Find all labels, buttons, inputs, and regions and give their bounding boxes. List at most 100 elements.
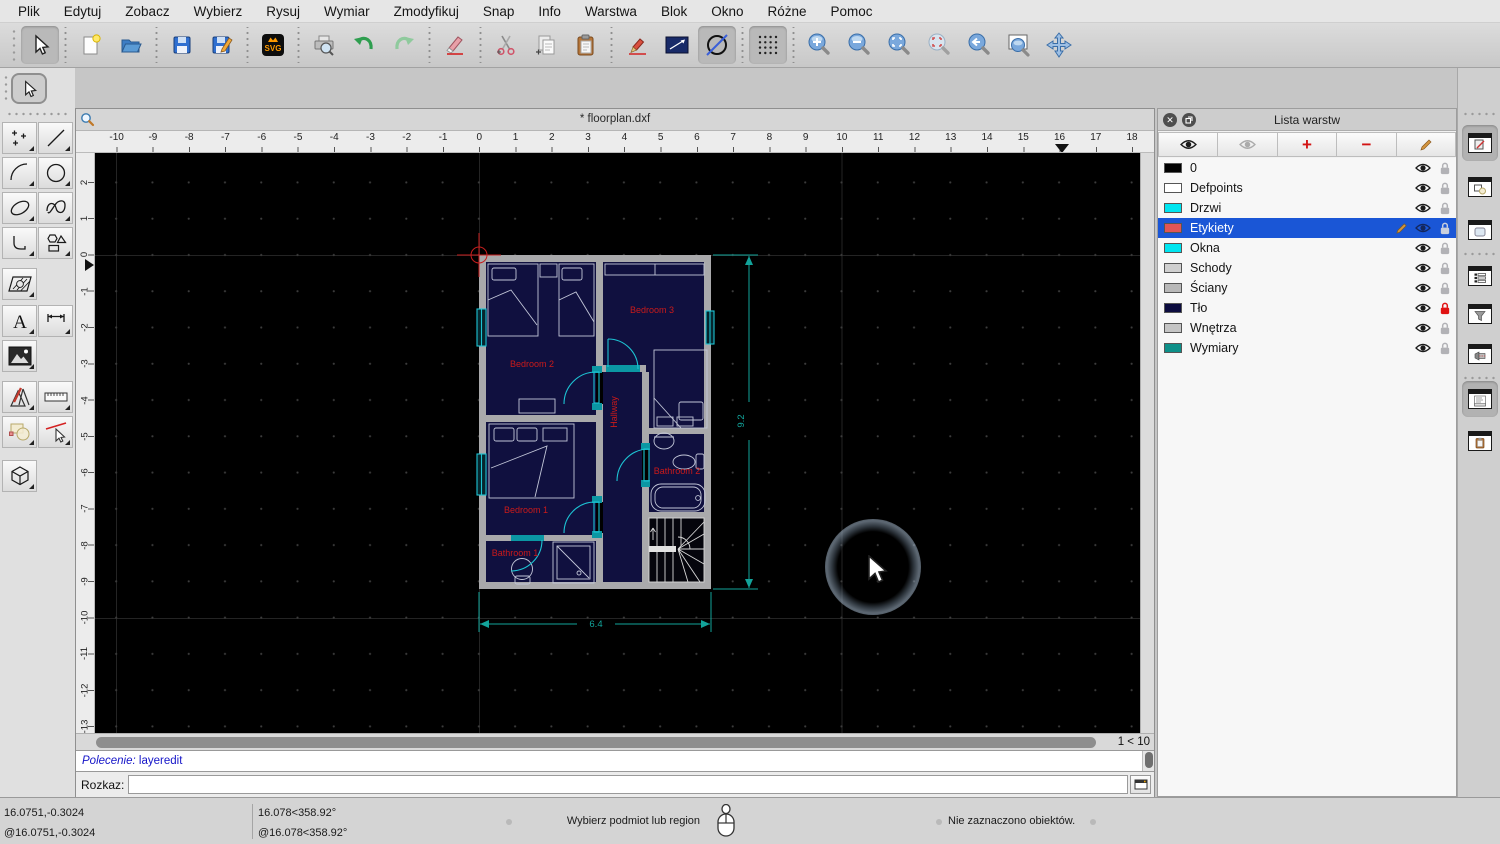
command-dock-button[interactable] bbox=[1462, 381, 1498, 417]
layer-panel-header[interactable]: ✕ Lista warstw bbox=[1158, 109, 1456, 131]
command-history-scrollbar[interactable] bbox=[1142, 751, 1154, 771]
add-layer-button[interactable]: + bbox=[1277, 132, 1338, 157]
layer-row-tlo[interactable]: Tło bbox=[1158, 298, 1456, 318]
pan-button[interactable] bbox=[1040, 26, 1078, 64]
layer-row-defpoints[interactable]: Defpoints bbox=[1158, 178, 1456, 198]
line-tool-button[interactable] bbox=[658, 26, 696, 64]
polyline-tool[interactable] bbox=[2, 227, 37, 259]
delete-button[interactable] bbox=[436, 26, 474, 64]
menu-item[interactable]: Różne bbox=[768, 4, 820, 19]
zoom-auto-button[interactable] bbox=[880, 26, 918, 64]
layer-lock-toggle[interactable] bbox=[1434, 322, 1456, 335]
clipboard-dock-button[interactable] bbox=[1462, 423, 1498, 459]
save-as-button[interactable] bbox=[203, 26, 241, 64]
remove-layer-button[interactable]: − bbox=[1337, 132, 1397, 157]
modify-tool[interactable] bbox=[2, 381, 37, 413]
menu-item[interactable]: Blok bbox=[661, 4, 700, 19]
paste-button[interactable] bbox=[567, 26, 605, 64]
zoom-selected-button[interactable] bbox=[920, 26, 958, 64]
circle-tool-button[interactable] bbox=[698, 26, 736, 64]
circle-tool[interactable] bbox=[38, 157, 73, 189]
layer-row-0[interactable]: 0 bbox=[1158, 158, 1456, 178]
cut-button[interactable] bbox=[487, 26, 525, 64]
layer-row-schody[interactable]: Schody bbox=[1158, 258, 1456, 278]
layer-edit-indicator[interactable] bbox=[1390, 222, 1412, 235]
menu-item[interactable]: Rysuj bbox=[266, 4, 313, 19]
edit-layer-button[interactable] bbox=[1396, 132, 1457, 157]
layer-row-etykiety[interactable]: Etykiety bbox=[1158, 218, 1456, 238]
show-all-layers-button[interactable] bbox=[1158, 132, 1219, 157]
layer-visibility-toggle[interactable] bbox=[1412, 242, 1434, 254]
window-dock-button[interactable] bbox=[1462, 212, 1498, 248]
layer-visibility-toggle[interactable] bbox=[1412, 342, 1434, 354]
measure-tool[interactable] bbox=[38, 381, 73, 413]
layer-visibility-toggle[interactable] bbox=[1412, 282, 1434, 294]
box-3d-tool[interactable] bbox=[2, 460, 37, 492]
new-file-button[interactable] bbox=[72, 26, 110, 64]
export-svg-button[interactable]: SVG bbox=[254, 26, 292, 64]
copy-button[interactable] bbox=[527, 26, 565, 64]
layer-visibility-toggle[interactable] bbox=[1412, 322, 1434, 334]
drawing-canvas[interactable]: 9.2 6.4 Bedroom 2 Bedroom 3 Bedroom 1 Ba… bbox=[95, 153, 1140, 733]
menu-item[interactable]: Snap bbox=[483, 4, 528, 19]
layer-lock-toggle[interactable] bbox=[1434, 262, 1456, 275]
select-entities-tool[interactable] bbox=[2, 416, 37, 448]
layer-lock-toggle[interactable] bbox=[1434, 162, 1456, 175]
document-title-bar[interactable]: * floorplan.dxf bbox=[76, 109, 1154, 131]
layer-row-okna[interactable]: Okna bbox=[1158, 238, 1456, 258]
command-input[interactable] bbox=[128, 775, 1128, 794]
horizontal-scrollbar[interactable]: 1 < 10 bbox=[76, 733, 1154, 750]
menu-item[interactable]: Okno bbox=[711, 4, 756, 19]
pen-dock-button[interactable] bbox=[1462, 125, 1498, 161]
hide-all-layers-button[interactable] bbox=[1218, 132, 1278, 157]
layer-lock-toggle[interactable] bbox=[1434, 202, 1456, 215]
image-tool[interactable] bbox=[2, 340, 37, 372]
hatch-tool[interactable] bbox=[2, 268, 37, 300]
layer-lock-toggle[interactable] bbox=[1434, 222, 1456, 235]
block-dock-button[interactable] bbox=[1462, 169, 1498, 205]
layer-row-wnetrza[interactable]: Wnętrza bbox=[1158, 318, 1456, 338]
layer-visibility-toggle[interactable] bbox=[1412, 162, 1434, 174]
scrollbar-thumb[interactable] bbox=[96, 737, 1096, 748]
delete-tool[interactable] bbox=[38, 416, 73, 448]
toolbox-select-button[interactable] bbox=[11, 73, 47, 104]
menu-item[interactable]: Wymiar bbox=[324, 4, 383, 19]
open-file-button[interactable] bbox=[112, 26, 150, 64]
points-tool[interactable] bbox=[2, 122, 37, 154]
text-tool[interactable]: A bbox=[2, 305, 37, 337]
zoom-window-button[interactable] bbox=[1000, 26, 1038, 64]
layer-row-sciany[interactable]: Ściany bbox=[1158, 278, 1456, 298]
redo-button[interactable] bbox=[385, 26, 423, 64]
spline-tool[interactable] bbox=[38, 192, 73, 224]
menu-item[interactable]: Zobacz bbox=[125, 4, 182, 19]
command-options-button[interactable] bbox=[1130, 775, 1151, 794]
layer-row-wymiary[interactable]: Wymiary bbox=[1158, 338, 1456, 358]
menu-item[interactable]: Pomoc bbox=[831, 4, 886, 19]
layer-visibility-toggle[interactable] bbox=[1412, 182, 1434, 194]
select-tool-button[interactable] bbox=[21, 26, 59, 64]
arc-tool[interactable] bbox=[2, 157, 37, 189]
menu-item[interactable]: Wybierz bbox=[194, 4, 256, 19]
zoom-previous-button[interactable] bbox=[960, 26, 998, 64]
pen-button[interactable] bbox=[618, 26, 656, 64]
line-tool[interactable] bbox=[38, 122, 73, 154]
toolbox-grip[interactable] bbox=[3, 74, 9, 104]
grid-snap-button[interactable] bbox=[749, 26, 787, 64]
polygon-tool[interactable] bbox=[38, 227, 73, 259]
menu-item[interactable]: Info bbox=[538, 4, 574, 19]
layer-lock-toggle[interactable] bbox=[1434, 182, 1456, 195]
menu-item[interactable]: Edytuj bbox=[64, 4, 115, 19]
menu-item[interactable]: Plik bbox=[18, 4, 53, 19]
layer-lock-toggle[interactable] bbox=[1434, 302, 1456, 315]
ellipse-tool[interactable] bbox=[2, 192, 37, 224]
dimension-tool[interactable] bbox=[38, 305, 73, 337]
layer-lock-toggle[interactable] bbox=[1434, 242, 1456, 255]
zoom-in-button[interactable] bbox=[800, 26, 838, 64]
undo-button[interactable] bbox=[345, 26, 383, 64]
layer-lock-toggle[interactable] bbox=[1434, 282, 1456, 295]
print-preview-button[interactable] bbox=[305, 26, 343, 64]
vertical-scrollbar[interactable] bbox=[1140, 153, 1154, 733]
zoom-out-button[interactable] bbox=[840, 26, 878, 64]
filter-dock-button[interactable] bbox=[1462, 296, 1498, 332]
layer-lock-toggle[interactable] bbox=[1434, 342, 1456, 355]
